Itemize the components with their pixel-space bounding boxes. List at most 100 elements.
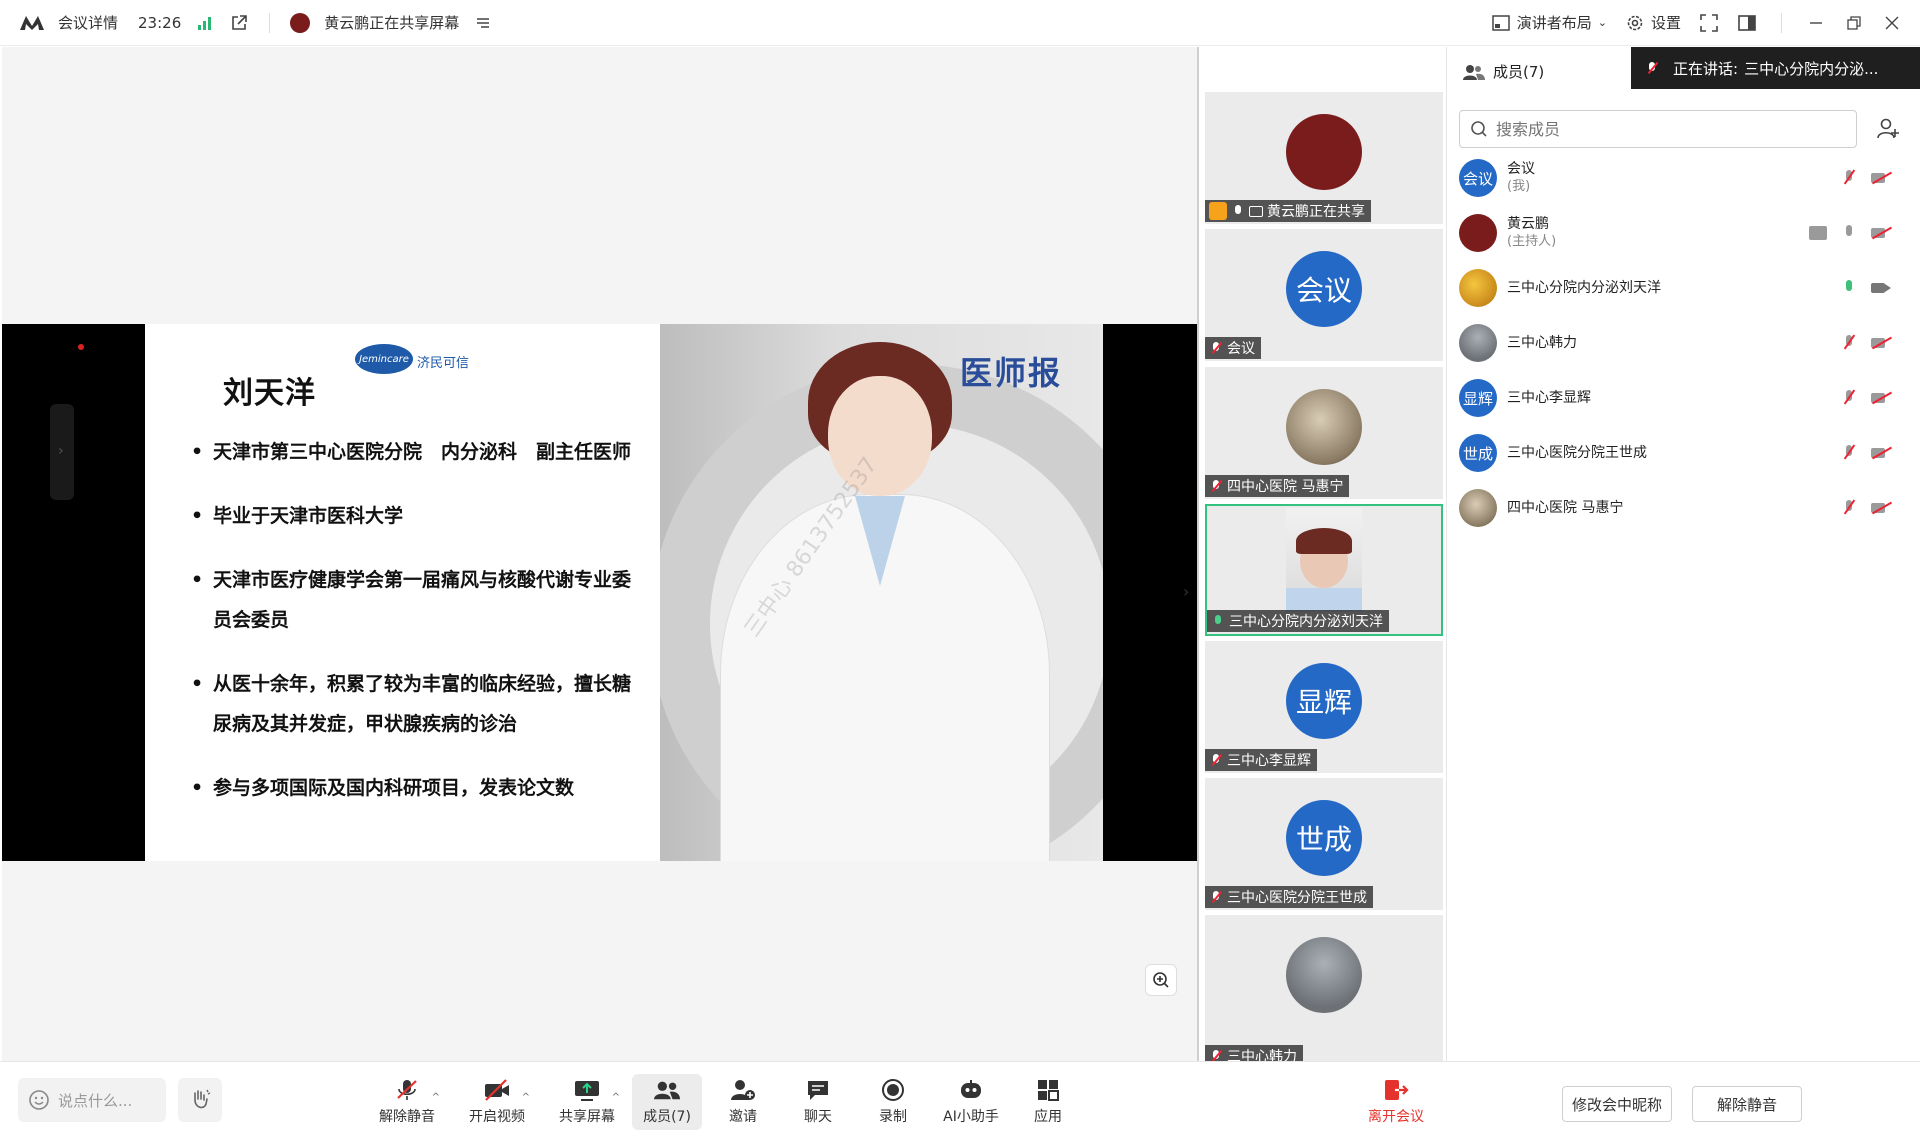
avatar bbox=[1459, 269, 1497, 307]
member-row[interactable]: 显辉 三中心李显辉 bbox=[1459, 373, 1909, 423]
collapse-strip-icon[interactable]: › bbox=[1183, 582, 1189, 601]
mic-muted-icon[interactable] bbox=[1841, 499, 1857, 517]
video-tile[interactable]: 四中心医院 马惠宁 bbox=[1205, 367, 1443, 499]
camera-off-icon[interactable] bbox=[1871, 336, 1891, 350]
slide-bullet: 毕业于天津市医科大学 bbox=[191, 496, 631, 536]
caret-up-icon[interactable]: ^ bbox=[432, 1092, 440, 1103]
mic-muted-icon[interactable] bbox=[1841, 334, 1857, 352]
zoom-in-button[interactable] bbox=[1145, 964, 1177, 996]
tile-label: 四中心医院 马惠宁 bbox=[1205, 475, 1350, 497]
sharing-status[interactable]: 黄云鹏正在共享屏幕 bbox=[324, 12, 459, 33]
camera-on-icon[interactable] bbox=[1871, 281, 1891, 295]
caret-up-icon[interactable]: ^ bbox=[522, 1092, 530, 1103]
tile-label: 黄云鹏正在共享 bbox=[1205, 200, 1371, 222]
rename-in-meeting-button[interactable]: 修改会中昵称 bbox=[1562, 1086, 1672, 1122]
camera-off-icon[interactable] bbox=[1871, 226, 1891, 240]
members-button[interactable]: 成员(7) bbox=[632, 1074, 702, 1130]
search-input[interactable] bbox=[1496, 119, 1836, 139]
slide-content: 刘天洋 Jemincare 济民可信 天津市第三中心医院分院 内分泌科 副主任医… bbox=[145, 324, 1103, 861]
gear-icon bbox=[1625, 13, 1645, 33]
mic-muted-icon[interactable] bbox=[1841, 389, 1857, 407]
shared-slide: › 刘天洋 Jemincare 济民可信 天津市第三中心医院分院 内分泌科 副主… bbox=[2, 324, 1197, 861]
member-name: 会议 bbox=[1507, 161, 1535, 177]
avatar: 显辉 bbox=[1459, 379, 1497, 417]
member-row[interactable]: 会议 会议 (我) bbox=[1459, 153, 1909, 203]
speaking-indicator: 正在讲话: 三中心分院内分泌... bbox=[1631, 47, 1920, 89]
signal-strength-icon[interactable] bbox=[195, 13, 215, 33]
sharing-menu-icon[interactable] bbox=[473, 13, 493, 33]
member-row[interactable]: 黄云鹏 (主持人) bbox=[1459, 208, 1909, 258]
camera-off-icon[interactable] bbox=[1871, 391, 1891, 405]
record-button[interactable]: 录制 bbox=[858, 1074, 928, 1130]
speaker-video bbox=[1286, 508, 1362, 612]
title-bar: 会议详情 23:26 黄云鹏正在共享屏幕 演讲者布局 ⌄ 设置 bbox=[0, 0, 1920, 46]
add-user-icon bbox=[730, 1078, 756, 1102]
members-panel: 成员(7) 正在讲话: 三中心分院内分泌... 会议 会议 (我) 黄云鹏 (主持人… bbox=[1446, 47, 1920, 1061]
member-name: 四中心医院 马惠宁 bbox=[1507, 500, 1624, 516]
caret-up-icon[interactable]: ^ bbox=[612, 1092, 620, 1103]
mic-muted-icon bbox=[1209, 479, 1223, 493]
start-video-button[interactable]: 开启视频 ^ bbox=[462, 1074, 532, 1130]
settings-label: 设置 bbox=[1650, 14, 1681, 32]
video-tile[interactable]: 显辉 三中心李显辉 bbox=[1205, 641, 1443, 773]
meeting-time: 23:26 bbox=[138, 13, 182, 32]
member-row[interactable]: 三中心韩力 bbox=[1459, 318, 1909, 368]
hand-icon bbox=[194, 1089, 211, 1109]
member-role: (我) bbox=[1507, 179, 1531, 194]
leave-meeting-button[interactable]: 离开会议 bbox=[1356, 1074, 1436, 1130]
reaction-input[interactable]: 说点什么... bbox=[18, 1078, 166, 1122]
video-tile-active-speaker[interactable]: 三中心分院内分泌刘天洋 bbox=[1205, 504, 1443, 636]
apps-button[interactable]: 应用 bbox=[1013, 1074, 1083, 1130]
screen-share-icon bbox=[1249, 205, 1263, 217]
mic-muted-icon[interactable] bbox=[1841, 444, 1857, 462]
external-link-icon[interactable] bbox=[229, 13, 249, 33]
raise-hand-button[interactable] bbox=[178, 1078, 222, 1122]
divider bbox=[269, 12, 271, 33]
video-tile[interactable]: 黄云鹏正在共享 bbox=[1205, 92, 1443, 224]
member-search[interactable] bbox=[1459, 110, 1857, 148]
slide-bullet: 天津市第三中心医院分院 内分泌科 副主任医师 bbox=[191, 432, 631, 472]
shared-screen-area: › 刘天洋 Jemincare 济民可信 天津市第三中心医院分院 内分泌科 副主… bbox=[2, 47, 1197, 1061]
add-member-button[interactable] bbox=[1869, 110, 1907, 148]
members-icon bbox=[1463, 64, 1485, 80]
close-icon[interactable] bbox=[1882, 13, 1902, 33]
settings-button[interactable]: 设置 bbox=[1625, 12, 1681, 33]
members-tab[interactable]: 成员(7) bbox=[1463, 61, 1544, 82]
layout-label: 演讲者布局 bbox=[1516, 14, 1592, 32]
record-icon bbox=[880, 1078, 906, 1102]
member-row[interactable]: 四中心医院 马惠宁 bbox=[1459, 483, 1909, 533]
share-screen-button[interactable]: 共享屏幕 ^ bbox=[552, 1074, 622, 1130]
divider bbox=[1781, 12, 1782, 33]
chat-button[interactable]: 聊天 bbox=[783, 1074, 853, 1130]
publication-mark: 医师报 bbox=[960, 354, 1063, 392]
sidebar-toggle-icon[interactable] bbox=[1737, 13, 1757, 33]
camera-off-icon[interactable] bbox=[1871, 501, 1891, 515]
camera-off-icon[interactable] bbox=[1871, 446, 1891, 460]
video-tile[interactable]: 世成 三中心医院分院王世成 bbox=[1205, 778, 1443, 910]
video-tile[interactable]: 三中心韩力 bbox=[1205, 915, 1443, 1061]
unmute-button[interactable]: 解除静音 ^ bbox=[372, 1074, 442, 1130]
app-logo-icon bbox=[20, 15, 44, 30]
mic-icon[interactable] bbox=[1841, 224, 1857, 242]
unmute-all-button[interactable]: 解除静音 bbox=[1692, 1086, 1802, 1122]
member-row[interactable]: 三中心分院内分泌刘天洋 bbox=[1459, 263, 1909, 313]
avatar bbox=[1286, 389, 1362, 465]
mic-active-icon[interactable] bbox=[1841, 279, 1857, 297]
fullscreen-icon[interactable] bbox=[1699, 13, 1719, 33]
avatar: 世成 bbox=[1459, 434, 1497, 472]
member-row[interactable]: 世成 三中心医院分院王世成 bbox=[1459, 428, 1909, 478]
avatar bbox=[1286, 114, 1362, 190]
minimize-icon[interactable] bbox=[1806, 13, 1826, 33]
video-tile[interactable]: 会议 会议 bbox=[1205, 229, 1443, 361]
meeting-details-link[interactable]: 会议详情 bbox=[58, 12, 118, 33]
avatar bbox=[1459, 214, 1497, 252]
invite-button[interactable]: 邀请 bbox=[708, 1074, 778, 1130]
restore-icon[interactable] bbox=[1844, 13, 1864, 33]
mic-muted-icon[interactable] bbox=[1841, 169, 1857, 187]
tile-label: 三中心医院分院王世成 bbox=[1205, 886, 1373, 908]
mic-active-icon bbox=[1211, 614, 1225, 628]
camera-off-icon[interactable] bbox=[1871, 171, 1891, 185]
layout-button[interactable]: 演讲者布局 ⌄ bbox=[1491, 12, 1607, 33]
avatar: 会议 bbox=[1459, 159, 1497, 197]
ai-assistant-button[interactable]: AI小助手 bbox=[936, 1074, 1006, 1130]
